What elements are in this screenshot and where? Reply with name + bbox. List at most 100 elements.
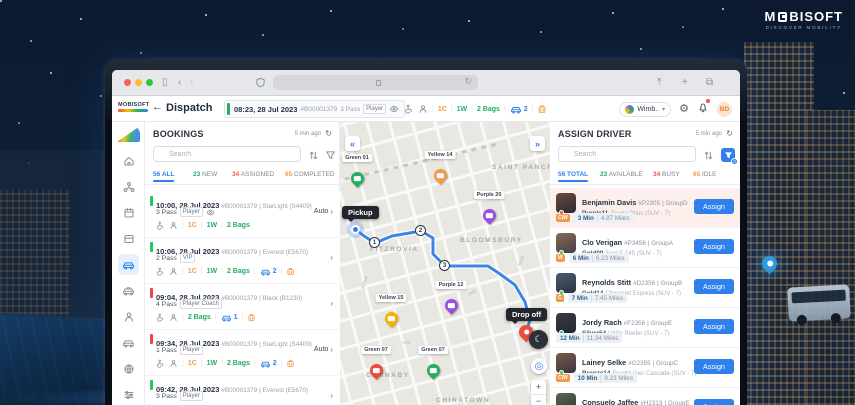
address-bar[interactable]: ↻ (273, 75, 478, 90)
tab-available[interactable]: 23 AVAILABLE (600, 171, 643, 178)
wheelchair-icon (156, 359, 165, 368)
notifications-button[interactable] (697, 99, 710, 118)
booking-action[interactable]: Auto › (314, 207, 333, 216)
booking-action[interactable]: › (330, 253, 333, 262)
booking-ref: #B00001379 (221, 295, 258, 302)
active-trip-summary[interactable]: 08:23, 28 Jul 2023 #B00001379 3 Pass Pla… (224, 100, 406, 118)
bookings-search-input[interactable] (153, 146, 301, 162)
sidebar-item-zones[interactable] (118, 358, 139, 379)
waypoint-marker[interactable]: 1 (369, 237, 380, 248)
back-icon[interactable]: ‹ (178, 76, 181, 89)
sidebar-item-drivers[interactable] (118, 306, 139, 327)
bookings-updated: 5 min ago (294, 131, 321, 137)
vehicle-icon (260, 267, 271, 276)
sidebar-toggle-icon[interactable]: ▯ (162, 76, 168, 89)
assign-button[interactable]: Assign (694, 279, 734, 294)
bookings-panel: BOOKINGS 5 min ago ↻ 56 ALL 23 NEW 34 AS… (145, 122, 340, 405)
locate-me-button[interactable]: ◎ (531, 358, 547, 374)
app-sidebar (112, 122, 145, 405)
tab-all[interactable]: 56 ALL (153, 171, 175, 182)
bookings-tabs: 56 ALL 23 NEW 34 ASSIGNED 65 COMPLETED (145, 168, 340, 185)
tab-assigned[interactable]: 34 ASSIGNED (232, 171, 274, 178)
new-tab-icon[interactable]: + (682, 76, 688, 89)
sort-icon[interactable] (308, 150, 319, 161)
booking-action[interactable]: › (330, 391, 333, 400)
sidebar-item-calendar[interactable] (118, 202, 139, 223)
driver-row[interactable]: Benjamin Davis#P2305| GroupD Purple11Toy… (550, 188, 740, 228)
trip-time: 08:23, 28 Jul 2023 (234, 104, 298, 114)
refresh-icon[interactable]: ↻ (726, 129, 733, 138)
driver-row[interactable]: Reynolds Stitt#D2356| GroupB Gold14Chevr… (550, 268, 740, 308)
close-window-button[interactable] (124, 79, 131, 86)
booking-card[interactable]: 09:34, 28 Jul 2023 #B00001379 | StarLight … (145, 330, 340, 376)
booking-card[interactable]: 09:04, 28 Jul 2023 #B00001379 | Black (B12… (145, 284, 340, 330)
minimize-window-button[interactable] (135, 79, 142, 86)
booking-action[interactable]: Auto › (314, 345, 333, 354)
booking-type-chip: Player (179, 391, 203, 401)
sidebar-item-taxi[interactable] (118, 280, 139, 301)
pickup-label: Pickup (342, 206, 379, 222)
assign-button[interactable]: Assign (694, 359, 734, 374)
tab-busy[interactable]: 34 BUSY (653, 171, 680, 178)
driver-row[interactable]: Clo Verigan#P3456| GroupA Gold09Ford F-1… (550, 228, 740, 268)
booking-card[interactable]: 09:42, 28 Jul 2023 #B00001379 | Everest (E… (145, 376, 340, 405)
booking-card[interactable]: 10:00, 28 Jul 2023 #B00001379 | StarLight … (145, 192, 340, 238)
pickup-marker[interactable] (351, 225, 360, 234)
tab-total[interactable]: 56 TOTAL (558, 171, 589, 182)
collapse-right-panel-button[interactable]: » (530, 136, 545, 151)
filter-funnel-icon[interactable] (325, 150, 336, 161)
zoom-in-button[interactable]: + (531, 380, 546, 395)
org-selector[interactable]: Wimb.. ▾ (619, 101, 672, 117)
forward-icon[interactable]: › (190, 76, 193, 89)
luggage-icon (537, 104, 547, 114)
booking-action[interactable]: › (330, 299, 333, 308)
filter-funnel-button[interactable]: 3 (721, 148, 738, 165)
driver-row[interactable]: Lainey Selke#G2355| GroupC Bronze14Freig… (550, 348, 740, 388)
app-header: MOBISOFT ← Dispatch 08:23, 28 Jul 2023 #… (112, 96, 740, 122)
dropoff-label: Drop off (506, 308, 548, 324)
sidebar-item-fleet[interactable] (118, 332, 139, 353)
settings-gear-icon[interactable]: ⚙ (679, 103, 689, 115)
sidebar-item-home[interactable] (118, 150, 139, 171)
driver-row[interactable]: Jordy Rach#F2356| GroupE Silver54Utility… (550, 308, 740, 348)
privacy-shield-icon[interactable] (255, 77, 266, 88)
trip-status-bar (227, 103, 230, 115)
assign-button[interactable]: Assign (694, 239, 734, 254)
user-avatar[interactable]: BD (717, 101, 732, 117)
dark-mode-toggle[interactable]: ☾ (529, 330, 548, 349)
zoom-out-button[interactable]: − (531, 395, 546, 405)
capability-badge: C|W (556, 214, 570, 222)
waypoint-marker[interactable]: 3 (439, 260, 450, 271)
sidebar-item-settings[interactable] (118, 384, 139, 405)
driver-avatar (556, 233, 576, 255)
assign-button[interactable]: Assign (694, 319, 734, 334)
sidebar-item-dispatch[interactable] (118, 254, 139, 275)
driver-search-input[interactable] (558, 146, 696, 162)
booking-card[interactable]: 10:06, 28 Jul 2023 #B00001379 | Everest (E… (145, 238, 340, 284)
tabs-overview-icon[interactable]: ⧉ (706, 76, 713, 89)
sidebar-item-board[interactable] (118, 228, 139, 249)
tab-new[interactable]: 23 NEW (193, 171, 217, 178)
tab-idle[interactable]: 65 IDLE (693, 171, 717, 178)
refresh-icon[interactable]: ↻ (325, 129, 332, 138)
sort-icon[interactable] (703, 150, 714, 161)
reload-icon[interactable]: ↻ (464, 76, 472, 87)
dispatch-map[interactable]: SAINT PANCRAS BLOOMSBURY FITZROVIA CARNA… (340, 122, 550, 405)
booking-ref: #B00001379 (221, 249, 258, 256)
eye-icon[interactable] (206, 208, 215, 217)
tab-completed[interactable]: 65 COMPLETED (285, 171, 335, 178)
share-icon[interactable]: ⤒ (657, 76, 661, 89)
collapse-left-panel-button[interactable]: « (345, 136, 360, 151)
back-arrow-icon[interactable]: ← (152, 101, 163, 113)
app-logo[interactable]: MOBISOFT (118, 102, 149, 112)
pin-label: Yellow 14 (424, 151, 456, 159)
assign-button[interactable]: Assign (694, 399, 734, 405)
driver-row[interactable]: Consuelo Jaffee#H2313| GroupE Silver03To… (550, 388, 740, 405)
eye-icon[interactable] (389, 104, 399, 114)
assign-button[interactable]: Assign (694, 199, 734, 214)
maximize-window-button[interactable] (146, 79, 153, 86)
sidebar-item-network[interactable] (118, 176, 139, 197)
waypoint-marker[interactable]: 2 (415, 225, 426, 236)
stars-decoration (0, 0, 2, 2)
sidebar-logo[interactable] (117, 126, 140, 142)
